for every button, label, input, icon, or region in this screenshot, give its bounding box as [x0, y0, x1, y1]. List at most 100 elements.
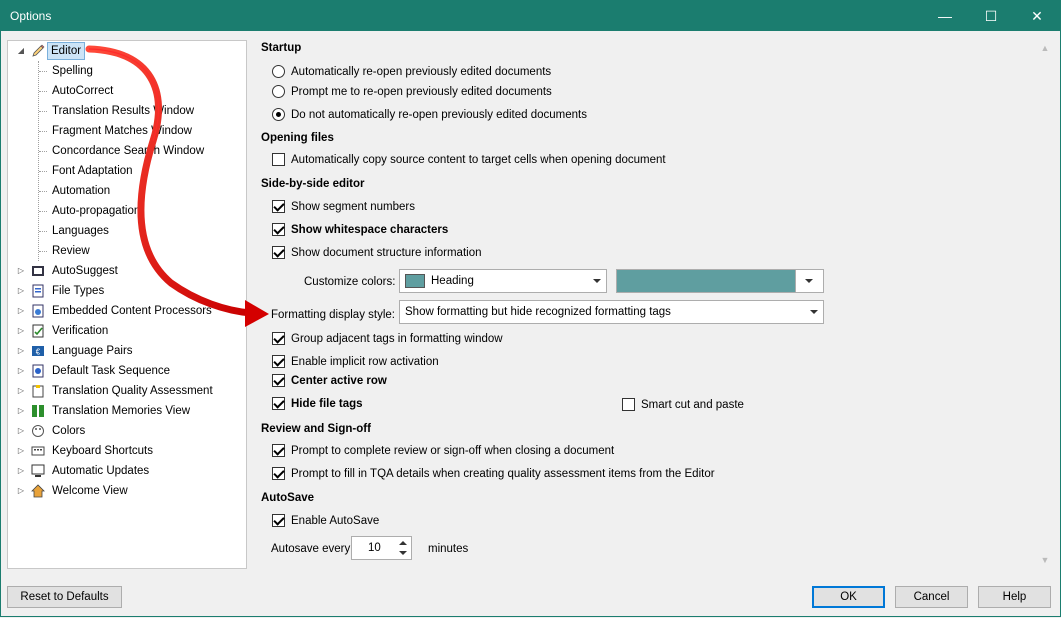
checkbox[interactable] — [272, 153, 285, 166]
tree-item-label: Languages — [52, 225, 109, 237]
chevron-down-icon[interactable] — [805, 301, 823, 323]
chevron-up-icon[interactable] — [397, 538, 409, 548]
autosave-minutes-value[interactable]: 10 — [368, 542, 381, 554]
tree-item-file-types[interactable]: ▷ File Types — [8, 281, 246, 301]
autosave-minutes-stepper[interactable]: 10 — [351, 536, 412, 560]
tree-item-spelling[interactable]: Spelling — [8, 61, 246, 81]
checkbox[interactable] — [272, 355, 285, 368]
options-scrollbar[interactable]: ▲ ▼ — [1035, 37, 1055, 570]
tree-item-default-task-sequence[interactable]: ▷ Default Task Sequence — [8, 361, 246, 381]
autosuggest-icon — [31, 264, 45, 278]
expand-icon[interactable]: ▷ — [16, 441, 26, 461]
tree-item-label: File Types — [52, 285, 105, 297]
tree-item-label: Font Adaptation — [52, 165, 133, 177]
expand-icon[interactable]: ▷ — [16, 461, 26, 481]
home-icon — [31, 484, 45, 498]
tree-item-label: AutoCorrect — [52, 85, 114, 97]
tree-item-welcome-view[interactable]: ▷ Welcome View — [8, 481, 246, 501]
option-label: Center active row — [291, 375, 387, 387]
radio-button[interactable] — [272, 65, 285, 78]
tree-item-label: Verification — [52, 325, 109, 337]
tree-item-font-adaptation[interactable]: Font Adaptation — [8, 161, 246, 181]
tree-item-editor[interactable]: ◢ Editor — [8, 41, 246, 61]
tree-item-keyboard-shortcuts[interactable]: ▷ Keyboard Shortcuts — [8, 441, 246, 461]
tree-item-label: Fragment Matches Window — [52, 125, 192, 137]
section-heading-side-by-side: Side-by-side editor — [261, 178, 365, 190]
expand-icon[interactable]: ▷ — [16, 321, 26, 341]
expand-icon[interactable]: ▷ — [16, 261, 26, 281]
radio-button[interactable] — [272, 108, 285, 121]
cancel-button[interactable]: Cancel — [895, 586, 968, 608]
color-picker-dropdown[interactable] — [616, 269, 824, 293]
checkbox[interactable] — [272, 467, 285, 480]
tree-item-autosuggest[interactable]: ▷ AutoSuggest — [8, 261, 246, 281]
tree-item-label: Keyboard Shortcuts — [52, 445, 154, 457]
checkbox[interactable] — [272, 223, 285, 236]
checkbox[interactable] — [272, 397, 285, 410]
minimize-button[interactable]: — — [922, 1, 968, 31]
tree-item-languages[interactable]: Languages — [8, 221, 246, 241]
expand-icon[interactable]: ▷ — [16, 481, 26, 501]
checkbox[interactable] — [622, 398, 635, 411]
tree-item-language-pairs[interactable]: ▷ € Language Pairs — [8, 341, 246, 361]
chevron-down-icon[interactable] — [588, 270, 606, 292]
radio-button[interactable] — [272, 85, 285, 98]
tree-item-translation-quality-assessment[interactable]: ▷ Translation Quality Assessment — [8, 381, 246, 401]
tree-item-label: Translation Quality Assessment — [52, 385, 213, 397]
tree-item-embedded-content-processors[interactable]: ▷ Embedded Content Processors — [8, 301, 246, 321]
formatting-style-dropdown[interactable]: Show formatting but hide recognized form… — [399, 300, 824, 324]
maximize-button[interactable]: ☐ — [968, 1, 1014, 31]
chevron-down-icon[interactable] — [795, 270, 823, 292]
clipboard-icon — [31, 384, 45, 398]
scroll-down-icon[interactable]: ▼ — [1040, 555, 1050, 565]
tree-item-automatic-updates[interactable]: ▷ Automatic Updates — [8, 461, 246, 481]
chevron-down-icon[interactable] — [397, 548, 409, 558]
checkbox[interactable] — [272, 332, 285, 345]
checkbox[interactable] — [272, 444, 285, 457]
section-heading-startup: Startup — [261, 42, 302, 54]
tree-connector — [39, 131, 47, 132]
tree-item-label: Spelling — [52, 65, 93, 77]
expand-icon[interactable]: ▷ — [16, 301, 26, 321]
checkbox[interactable] — [272, 514, 285, 527]
formatting-style-value: Show formatting but hide recognized form… — [405, 306, 671, 318]
close-button[interactable]: ✕ — [1014, 1, 1060, 31]
color-element-dropdown[interactable]: Heading — [399, 269, 607, 293]
pencil-icon — [31, 44, 45, 58]
ok-button[interactable]: OK — [812, 586, 885, 608]
tree-item-label: Automatic Updates — [52, 465, 150, 477]
checkbox[interactable] — [272, 200, 285, 213]
tree-item-auto-propagation[interactable]: Auto-propagation — [8, 201, 246, 221]
tree-item-verification[interactable]: ▷ Verification — [8, 321, 246, 341]
checkbox[interactable] — [272, 374, 285, 387]
tree-item-autocorrect[interactable]: AutoCorrect — [8, 81, 246, 101]
tree-item-automation[interactable]: Automation — [8, 181, 246, 201]
reset-defaults-button[interactable]: Reset to Defaults — [7, 586, 122, 608]
expand-icon[interactable]: ▷ — [16, 401, 26, 421]
help-button[interactable]: Help — [978, 586, 1051, 608]
tree-connector — [39, 231, 47, 232]
title-bar: Options — ☐ ✕ — [1, 1, 1060, 31]
options-tree[interactable]: ◢ Editor Spelling AutoCorrect Translation … — [7, 40, 247, 569]
expand-icon[interactable]: ▷ — [16, 361, 26, 381]
tree-item-fragment-matches-window[interactable]: Fragment Matches Window — [8, 121, 246, 141]
option-label: Enable AutoSave — [291, 515, 380, 527]
tree-connector — [39, 71, 47, 72]
tree-item-review[interactable]: Review — [8, 241, 246, 261]
expand-icon[interactable]: ▷ — [16, 421, 26, 441]
collapse-icon[interactable]: ◢ — [16, 41, 26, 61]
checkbox[interactable] — [272, 246, 285, 259]
expand-icon[interactable]: ▷ — [16, 381, 26, 401]
option-label: Show whitespace characters — [291, 224, 449, 236]
scroll-up-icon[interactable]: ▲ — [1040, 43, 1050, 53]
expand-icon[interactable]: ▷ — [16, 341, 26, 361]
tree-item-label: Colors — [52, 425, 86, 437]
tree-item-concordance-search-window[interactable]: Concordance Search Window — [8, 141, 246, 161]
option-label: Automatically copy source content to tar… — [291, 154, 666, 166]
expand-icon[interactable]: ▷ — [16, 281, 26, 301]
tree-item-translation-memories-view[interactable]: ▷ Translation Memories View — [8, 401, 246, 421]
tree-item-translation-results-window[interactable]: Translation Results Window — [8, 101, 246, 121]
option-label: Prompt to complete review or sign-off wh… — [291, 445, 615, 457]
tree-item-colors[interactable]: ▷ Colors — [8, 421, 246, 441]
tree-item-label: Automation — [52, 185, 111, 197]
